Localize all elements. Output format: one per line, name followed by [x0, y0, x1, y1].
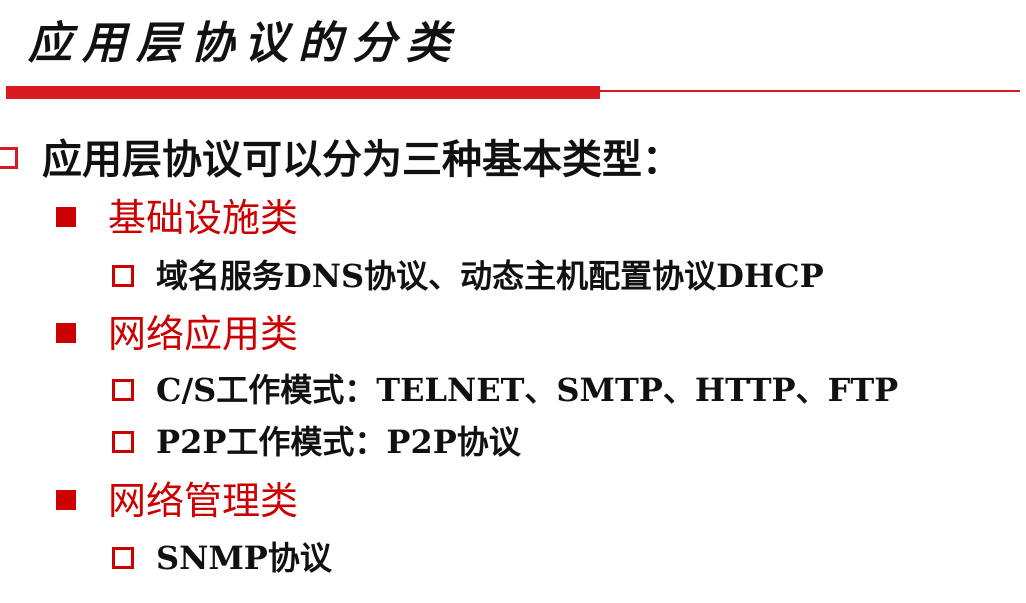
list-item-text: SNMP协议	[156, 539, 332, 577]
solid-square-bullet-icon	[56, 323, 76, 343]
main-heading: 应用层协议可以分为三种基本类型：	[0, 132, 682, 188]
list-item-text: C/S工作模式：TELNET、SMTP、HTTP、FTP	[156, 371, 899, 409]
list-item: SNMP协议	[112, 534, 332, 582]
solid-square-bullet-icon	[56, 207, 76, 227]
hollow-square-bullet-icon	[112, 547, 134, 569]
hollow-square-bullet-icon	[0, 147, 18, 169]
slide: 应用层协议的分类 应用层协议可以分为三种基本类型： 基础设施类 域名服务DNS协…	[0, 0, 1026, 603]
title-underline-thick	[6, 86, 600, 99]
slide-title: 应用层协议的分类	[28, 18, 460, 69]
category-network-management: 网络管理类	[56, 475, 298, 527]
hollow-square-bullet-icon	[112, 379, 134, 401]
list-item-text: P2P工作模式：P2P协议	[156, 423, 521, 461]
category-label: 网络管理类	[108, 479, 299, 523]
list-item: 域名服务DNS协议、动态主机配置协议DHCP	[112, 252, 824, 300]
list-item: P2P工作模式：P2P协议	[112, 418, 521, 466]
list-item: C/S工作模式：TELNET、SMTP、HTTP、FTP	[112, 366, 898, 414]
hollow-square-bullet-icon	[112, 265, 134, 287]
hollow-square-bullet-icon	[112, 431, 134, 453]
title-underline-thin	[600, 90, 1020, 92]
category-label: 网络应用类	[108, 312, 299, 356]
list-item-text: 域名服务DNS协议、动态主机配置协议DHCP	[156, 257, 824, 295]
category-infrastructure: 基础设施类	[56, 192, 298, 244]
main-heading-text: 应用层协议可以分为三种基本类型：	[42, 137, 682, 183]
category-network-apps: 网络应用类	[56, 308, 298, 360]
solid-square-bullet-icon	[56, 490, 76, 510]
category-label: 基础设施类	[108, 196, 299, 240]
